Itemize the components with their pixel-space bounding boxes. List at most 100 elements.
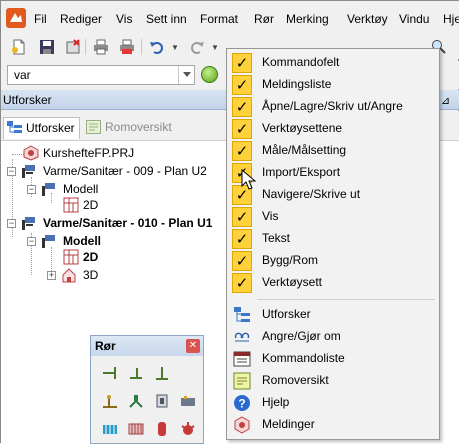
tree-drawing-009[interactable]: Varme/Sanitær - 009 - Plan U2 — [43, 164, 207, 178]
fitting-tool-icon[interactable] — [127, 392, 145, 410]
menu-item-romoversikt[interactable]: Romoversikt — [229, 370, 437, 392]
menu-item-meldinger[interactable]: Meldinger — [229, 414, 437, 436]
menu-item-verktoysettene[interactable]: ✓ Verktøysettene — [229, 118, 437, 140]
collapse-icon[interactable]: − — [27, 185, 36, 194]
menu-ror[interactable]: Rør — [252, 11, 276, 27]
menu-item-label: Meldinger — [262, 417, 315, 431]
ror-toolbox-titlebar[interactable]: Rør ✕ — [91, 336, 203, 356]
menu-item-verktoysett[interactable]: ✓ Verktøysett — [229, 272, 437, 294]
undo-icon[interactable] — [147, 37, 167, 57]
tree-drawing-010[interactable]: Varme/Sanitær - 010 - Plan U1 — [43, 216, 212, 230]
redo-dropdown-icon[interactable]: ▼ — [211, 43, 219, 52]
menu-item-utforsker[interactable]: Utforsker — [229, 304, 437, 326]
tab-utforsker[interactable]: Utforsker — [3, 117, 80, 139]
checkmark-icon: ✓ — [232, 229, 252, 249]
command-list-icon — [233, 351, 251, 367]
pump-tool-icon[interactable] — [179, 392, 197, 410]
explorer-title: Utforsker — [3, 93, 52, 107]
menu-vis[interactable]: Vis — [114, 11, 134, 27]
tree-view-2d-1[interactable]: 2D — [83, 198, 98, 212]
pipe-rise-tool-icon[interactable] — [101, 392, 119, 410]
tree-view-3d[interactable]: 3D — [83, 268, 98, 282]
heater-tool-icon[interactable] — [127, 420, 145, 438]
checkmark-icon: ✓ — [232, 251, 252, 271]
checkmark-icon: ✓ — [232, 119, 252, 139]
menu-item-kommandofelt[interactable]: ✓ Kommandofelt — [229, 52, 437, 74]
help-icon: ? — [234, 395, 250, 411]
menu-item-angre-gjor-om[interactable]: Angre/Gjør om — [229, 326, 437, 348]
menu-item-import-eksport[interactable]: ✓ Import/Eksport — [229, 162, 437, 184]
save-icon[interactable] — [37, 37, 57, 57]
menu-item-label: Kommandoliste — [262, 351, 345, 365]
menu-item-label: Verktøysettene — [262, 121, 343, 135]
menu-item-label: Navigere/Skrive ut — [262, 187, 361, 201]
tree-model-2[interactable]: Modell — [63, 234, 101, 248]
checkmark-icon: ✓ — [232, 207, 252, 227]
menu-hjelp[interactable]: Hjelp — [441, 11, 459, 27]
menu-item-apne-lagre[interactable]: ✓ Åpne/Lagre/Skriv ut/Angre — [229, 96, 437, 118]
menu-item-navigere-skrive-ut[interactable]: ✓ Navigere/Skrive ut — [229, 184, 437, 206]
new-icon[interactable] — [9, 37, 29, 57]
drawing-icon — [22, 165, 35, 178]
menu-separator — [257, 299, 435, 300]
plan-2d-icon — [63, 249, 79, 265]
menu-item-label: Vis — [262, 209, 279, 223]
menu-item-label: Angre/Gjør om — [262, 329, 341, 343]
view-3d-icon — [62, 268, 76, 283]
tank-tool-icon[interactable] — [153, 420, 171, 438]
collapse-icon[interactable]: − — [27, 237, 36, 246]
tab-romoversikt-label: Romoversikt — [105, 120, 172, 134]
menu-item-hjelp[interactable]: ? Hjelp — [229, 392, 437, 414]
close-icon[interactable]: ✕ — [186, 339, 200, 353]
pipe-tool-icon[interactable] — [101, 364, 119, 382]
menu-verktoy[interactable]: Verktøy — [345, 11, 390, 27]
menu-vindu[interactable]: Vindu — [397, 11, 431, 27]
checkmark-icon: ✓ — [232, 53, 252, 73]
close-doc-icon[interactable] — [63, 37, 83, 57]
tab-romoversikt[interactable]: Romoversikt — [83, 117, 176, 139]
checkmark-icon: ✓ — [232, 141, 252, 161]
menu-item-label: Hjelp — [262, 395, 290, 409]
room-overview-icon — [233, 372, 251, 390]
expand-icon[interactable]: + — [47, 271, 56, 280]
menu-rediger[interactable]: Rediger — [58, 11, 104, 27]
pipe-branch-tool-icon[interactable] — [153, 364, 171, 382]
sprinkler-tool-icon[interactable] — [179, 420, 197, 438]
undo-dropdown-icon[interactable]: ▼ — [171, 43, 179, 52]
project-icon — [23, 145, 39, 161]
menu-fil[interactable]: Fil — [32, 11, 49, 27]
menu-item-tekst[interactable]: ✓ Tekst — [229, 228, 437, 250]
menu-sett-inn[interactable]: Sett inn — [144, 11, 189, 27]
valve-tool-icon[interactable] — [153, 392, 171, 410]
app-logo-icon[interactable] — [5, 7, 27, 29]
print-icon[interactable] — [91, 37, 111, 57]
toolbar-separator — [85, 39, 86, 55]
undo-redo-icon — [234, 332, 250, 342]
menu-item-label: Bygg/Rom — [262, 253, 319, 267]
pipe-bend-tool-icon[interactable] — [127, 364, 145, 382]
menu-format[interactable]: Format — [198, 11, 240, 27]
svg-text:?: ? — [238, 397, 245, 411]
menu-item-kommandoliste[interactable]: Kommandoliste — [229, 348, 437, 370]
collapse-icon[interactable]: − — [7, 167, 16, 176]
menu-item-meldingsliste[interactable]: ✓ Meldingsliste — [229, 74, 437, 96]
collapse-icon[interactable]: − — [7, 219, 16, 228]
menu-item-label: Import/Eksport — [262, 165, 341, 179]
radiator-tool-icon[interactable] — [101, 420, 119, 438]
tree-view-2d-2[interactable]: 2D — [83, 250, 98, 264]
room-overview-icon — [86, 120, 101, 134]
menu-item-vis[interactable]: ✓ Vis — [229, 206, 437, 228]
chevron-down-icon[interactable] — [178, 66, 194, 84]
command-input[interactable]: var — [7, 65, 195, 85]
print-preview-icon[interactable] — [117, 37, 137, 57]
ok-icon[interactable] — [201, 66, 218, 83]
checkmark-icon: ✓ — [232, 273, 252, 293]
redo-icon[interactable] — [187, 37, 207, 57]
tree-model-1[interactable]: Modell — [63, 182, 98, 196]
menu-merking[interactable]: Merking — [284, 11, 331, 27]
ror-toolbox-title: Rør — [95, 339, 116, 353]
tree-project[interactable]: KurshefteFP.PRJ — [43, 146, 134, 160]
menu-item-bygg-rom[interactable]: ✓ Bygg/Rom — [229, 250, 437, 272]
menu-item-male-malsetting[interactable]: ✓ Måle/Målsetting — [229, 140, 437, 162]
pin-icon[interactable]: ⊿ — [441, 94, 450, 107]
